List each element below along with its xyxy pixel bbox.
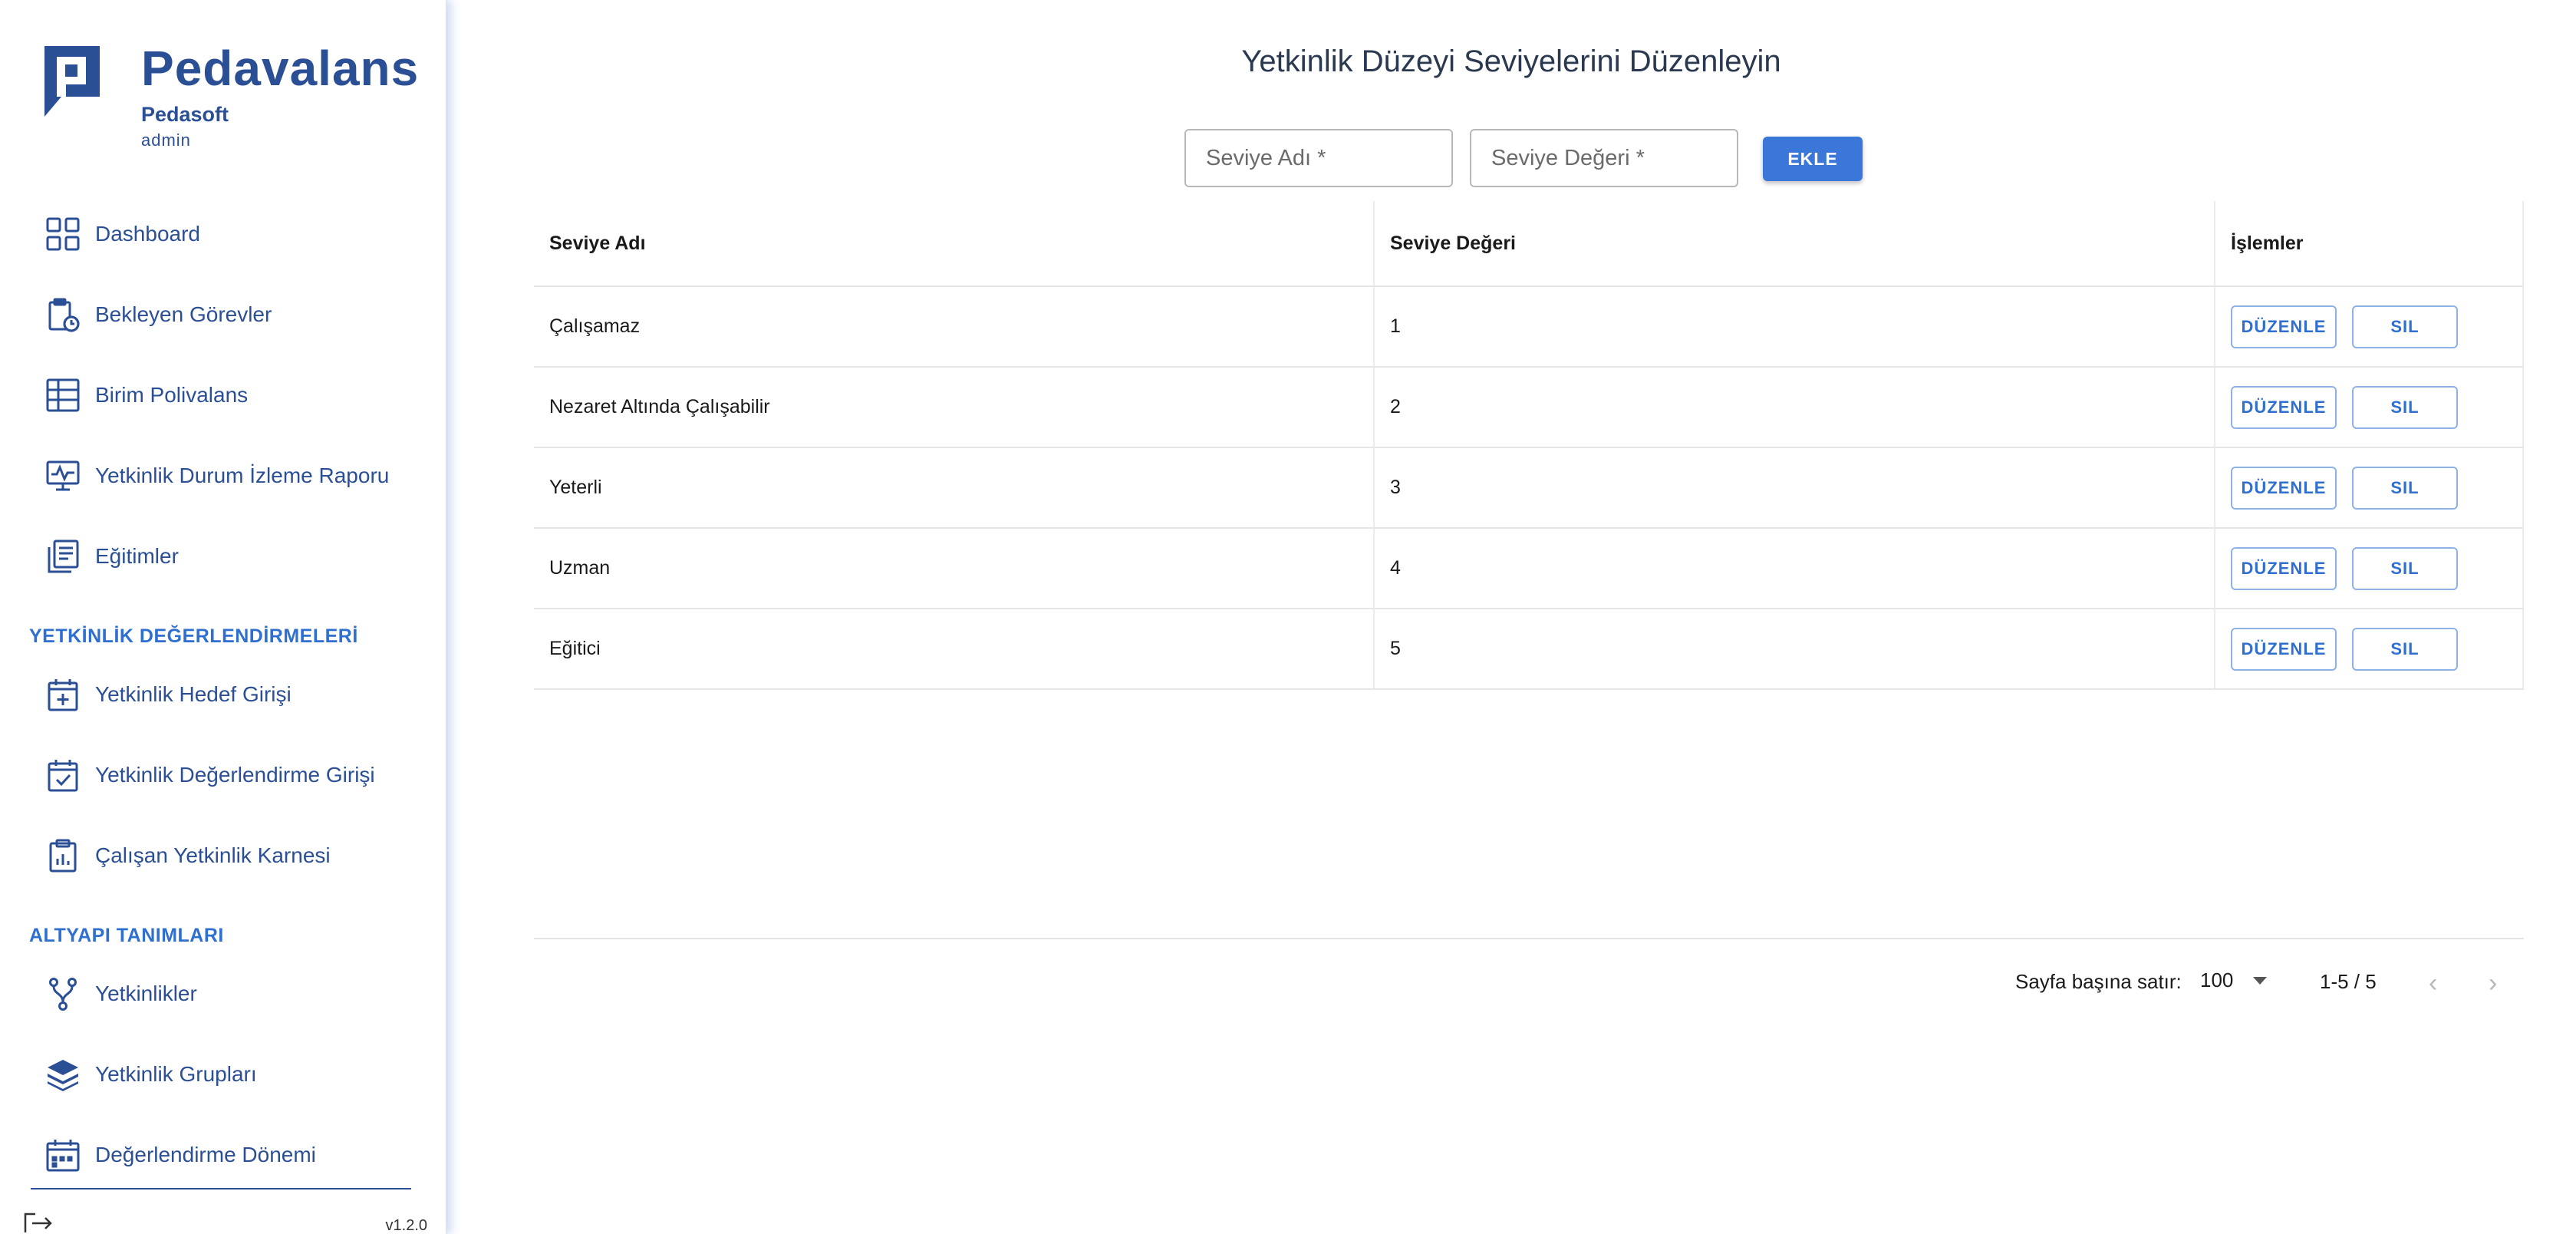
sidebar-item-degerlendirme-donemi[interactable]: Değerlendirme Dönemi <box>44 1132 428 1178</box>
table-row: Yeterli 3 DÜZENLE SIL <box>534 448 2524 529</box>
cell-actions: DÜZENLE SIL <box>2215 368 2524 447</box>
rows-per-page-select[interactable]: 100 <box>2200 968 2268 992</box>
dashboard-grid-icon <box>44 216 81 252</box>
branch-icon <box>44 975 81 1012</box>
cell-actions: DÜZENLE SIL <box>2215 448 2524 527</box>
sidebar-item-label: Çalışan Yetkinlik Karnesi <box>95 843 331 867</box>
sidebar-item-label: Değerlendirme Dönemi <box>95 1143 316 1166</box>
calendar-dots-icon <box>44 1137 81 1173</box>
brand-organization: Pedasoft <box>141 103 229 126</box>
cell-seviye-adi: Eğitici <box>534 609 1375 688</box>
cell-seviye-adi: Yeterli <box>534 448 1375 527</box>
table-row: Eğitici 5 DÜZENLE SIL <box>534 609 2524 690</box>
seviye-adi-field[interactable] <box>1184 129 1453 187</box>
logout-icon[interactable] <box>23 1213 54 1234</box>
brand-username: admin <box>141 130 191 150</box>
sidebar-item-egitimler[interactable]: Eğitimler <box>44 533 428 579</box>
sidebar-item-label: Bekleyen Görevler <box>95 302 272 326</box>
document-list-icon <box>44 538 81 575</box>
cell-seviye-degeri: 3 <box>1375 448 2215 527</box>
seviye-degeri-field[interactable] <box>1470 129 1738 187</box>
rows-per-page-label: Sayfa başına satır: <box>2015 970 2182 993</box>
brand-title: Pedavalans <box>141 41 420 96</box>
clipboard-clock-icon <box>44 296 81 333</box>
cell-seviye-adi: Uzman <box>534 529 1375 608</box>
edit-button[interactable]: DÜZENLE <box>2231 627 2337 671</box>
main-content: Yetkinlik Düzeyi Seviyelerini Düzenleyin… <box>446 0 2576 1234</box>
table-header-row: Seviye Adı Seviye Değeri İşlemler <box>534 201 2524 287</box>
sidebar-item-yetkinlikler[interactable]: Yetkinlikler <box>44 971 428 1017</box>
sidebar-item-yetkinlik-degerlendirme-girisi[interactable]: Yetkinlik Değerlendirme Girişi <box>44 752 428 798</box>
calendar-check-icon <box>44 757 81 794</box>
column-header-islemler: İşlemler <box>2215 201 2524 285</box>
table-row: Nezaret Altında Çalışabilir 2 DÜZENLE SI… <box>534 368 2524 448</box>
layers-icon <box>44 1056 81 1093</box>
sidebar-item-bekleyen-gorevler[interactable]: Bekleyen Görevler <box>44 292 428 338</box>
version-label: v1.2.0 <box>385 1217 427 1234</box>
sidebar-item-yetkinlik-gruplari[interactable]: Yetkinlik Grupları <box>44 1051 428 1097</box>
seviye-adi-input[interactable] <box>1186 130 1451 186</box>
sidebar-item-label: Yetkinlik Hedef Girişi <box>95 682 292 706</box>
cell-actions: DÜZENLE SIL <box>2215 609 2524 688</box>
table-footer-divider <box>534 938 2524 939</box>
sidebar-divider <box>31 1188 411 1189</box>
calendar-plus-icon <box>44 676 81 713</box>
table-icon <box>44 377 81 414</box>
edit-button[interactable]: DÜZENLE <box>2231 305 2337 348</box>
cell-seviye-degeri: 5 <box>1375 609 2215 688</box>
sidebar-item-birim-polivalans[interactable]: Birim Polivalans <box>44 372 428 418</box>
sidebar-item-label: Dashboard <box>95 222 200 246</box>
sidebar-item-calisan-yetkinlik-karnesi[interactable]: Çalışan Yetkinlik Karnesi <box>44 833 428 879</box>
seviye-degeri-input[interactable] <box>1471 130 1737 186</box>
edit-button[interactable]: DÜZENLE <box>2231 466 2337 510</box>
brand[interactable]: Pedavalans Pedasoft admin <box>44 40 428 163</box>
sidebar-item-label: Eğitimler <box>95 544 179 568</box>
table-row: Uzman 4 DÜZENLE SIL <box>534 529 2524 609</box>
monitor-chart-icon <box>44 457 81 494</box>
cell-actions: DÜZENLE SIL <box>2215 529 2524 608</box>
edit-button[interactable]: DÜZENLE <box>2231 385 2337 429</box>
cell-seviye-degeri: 1 <box>1375 287 2215 366</box>
delete-button[interactable]: SIL <box>2352 385 2458 429</box>
sidebar-item-label: Yetkinlik Durum İzleme Raporu <box>95 464 390 487</box>
cell-seviye-degeri: 4 <box>1375 529 2215 608</box>
table-row: Çalışamaz 1 DÜZENLE SIL <box>534 287 2524 368</box>
add-button[interactable]: EKLE <box>1763 137 1863 181</box>
delete-button[interactable]: SIL <box>2352 305 2458 348</box>
cell-seviye-adi: Nezaret Altında Çalışabilir <box>534 368 1375 447</box>
levels-table: Seviye Adı Seviye Değeri İşlemler Çalışa… <box>534 201 2524 690</box>
sidebar-item-label: Yetkinlik Değerlendirme Girişi <box>95 763 375 787</box>
delete-button[interactable]: SIL <box>2352 546 2458 590</box>
delete-button[interactable]: SIL <box>2352 627 2458 671</box>
pagination-range: 1-5 / 5 <box>2320 970 2377 993</box>
sidebar-item-yetkinlik-durum-izleme-raporu[interactable]: Yetkinlik Durum İzleme Raporu <box>44 453 428 499</box>
section-title-altyapi-tanimlari: ALTYAPI TANIMLARI <box>29 925 224 946</box>
chevron-left-icon[interactable]: ‹ <box>2429 968 2437 998</box>
delete-button[interactable]: SIL <box>2352 466 2458 510</box>
column-header-seviye-adi[interactable]: Seviye Adı <box>534 201 1375 285</box>
sidebar-item-label: Yetkinlik Grupları <box>95 1062 257 1086</box>
chevron-right-icon[interactable]: › <box>2489 968 2497 998</box>
edit-button[interactable]: DÜZENLE <box>2231 546 2337 590</box>
section-title-yetkinlik-degerlendirmeleri: YETKİNLİK DEĞERLENDİRMELERİ <box>29 625 358 647</box>
page-title: Yetkinlik Düzeyi Seviyelerini Düzenleyin <box>1241 45 1781 78</box>
pedavalans-logo-icon <box>44 46 100 117</box>
rows-per-page-value: 100 <box>2200 968 2234 991</box>
sidebar-item-yetkinlik-hedef-girisi[interactable]: Yetkinlik Hedef Girişi <box>44 671 428 718</box>
sidebar-item-dashboard[interactable]: Dashboard <box>44 211 428 257</box>
sidebar-item-label: Yetkinlikler <box>95 982 197 1005</box>
caret-down-icon <box>2253 976 2268 985</box>
clipboard-chart-icon <box>44 837 81 874</box>
sidebar-item-label: Birim Polivalans <box>95 383 249 407</box>
column-header-seviye-degeri[interactable]: Seviye Değeri <box>1375 201 2215 285</box>
cell-seviye-adi: Çalışamaz <box>534 287 1375 366</box>
pagination: Sayfa başına satır: 100 1-5 / 5 ‹ › <box>446 959 2524 1005</box>
sidebar: Pedavalans Pedasoft admin Dashboard Bekl… <box>0 0 446 1234</box>
cell-seviye-degeri: 2 <box>1375 368 2215 447</box>
cell-actions: DÜZENLE SIL <box>2215 287 2524 366</box>
